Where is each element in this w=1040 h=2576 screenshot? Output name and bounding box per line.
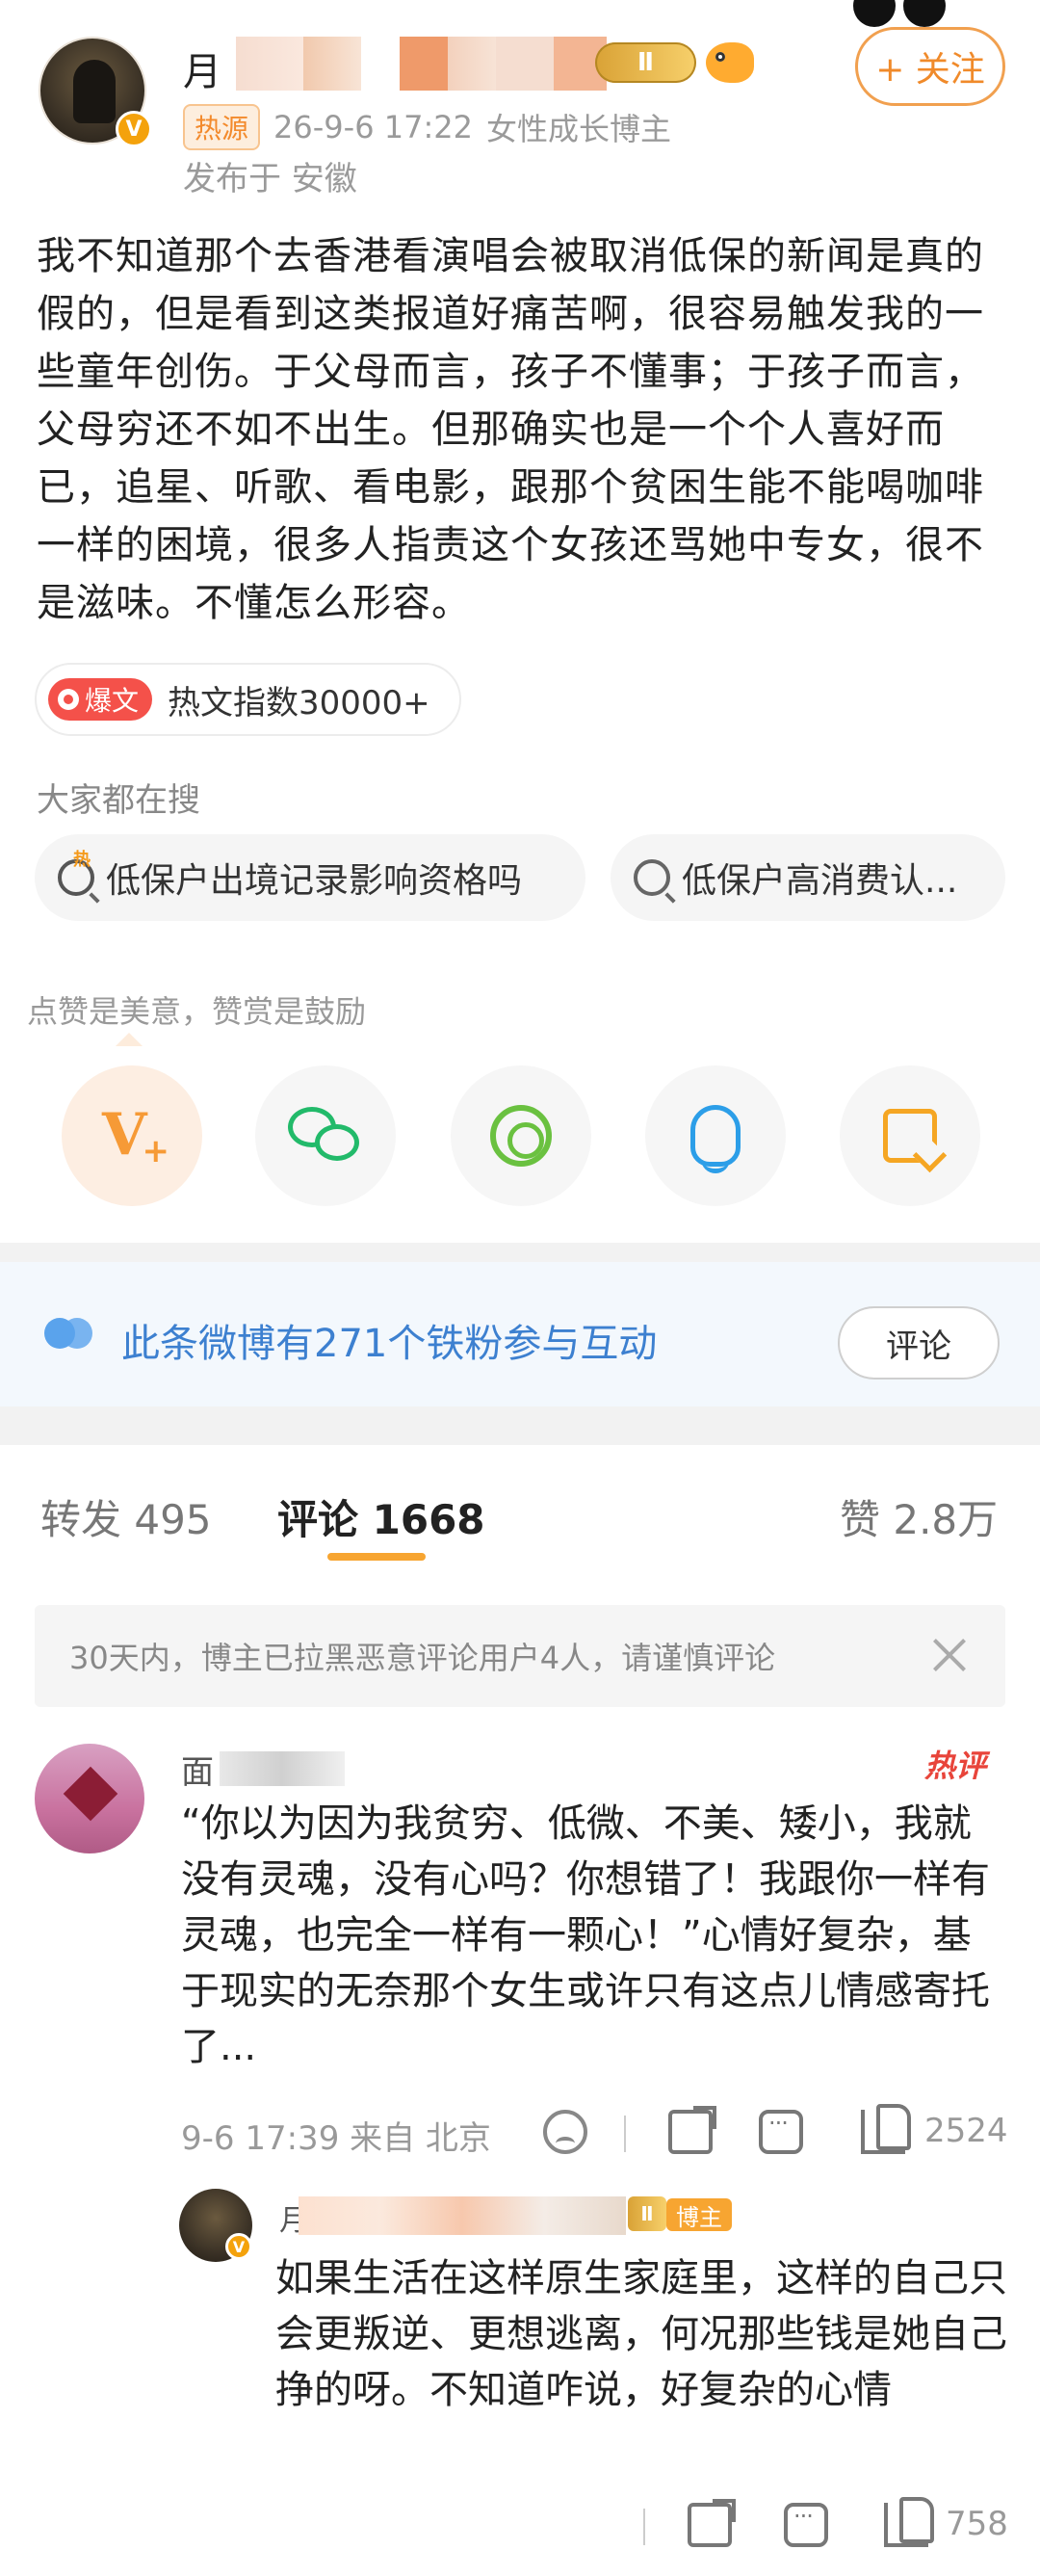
avatar-figure — [73, 60, 116, 123]
author-name-visible[interactable]: 月 — [183, 40, 221, 96]
comment-time: 9-6 17:39 来自 北京 — [181, 2119, 491, 2158]
search-suggestion-2[interactable]: 低保户高消费认... — [611, 834, 1005, 921]
reward-hint: 点赞是美意，赞赏是鼓励 — [27, 993, 367, 1030]
share-moments-button[interactable] — [451, 1065, 591, 1206]
weibo-post-page: V 月 Ⅱ + 关注 热源 26-9-6 17:22 女性成长博主 发布于 安徽… — [0, 0, 1040, 2576]
comment-text: “你以为因为我贫穷、低微、不美、矮小，我就没有灵魂，没有心吗？你想错了！我跟你一… — [181, 1801, 990, 2069]
search-suggestion-1[interactable]: 低保户出境记录影响资格吗 — [35, 834, 585, 921]
tab-repost[interactable]: 转发 495 — [40, 1487, 212, 1546]
name-blur — [236, 37, 303, 91]
hot-index-chip[interactable]: 爆文 热文指数30000+ — [35, 663, 461, 736]
share-wechat-button[interactable] — [255, 1065, 396, 1206]
hot-index-value: 热文指数30000+ — [168, 683, 430, 723]
save-image-icon — [883, 1109, 937, 1163]
verified-badge-icon: V — [116, 111, 152, 147]
moments-icon — [490, 1105, 552, 1167]
post-meta: 热源 26-9-6 17:22 女性成长博主 — [183, 104, 671, 150]
notice-text: 30天内，博主已拉黑恶意评论用户4人，请谨慎评论 — [69, 1640, 776, 1676]
divider — [624, 2116, 626, 2152]
search-suggestion-label: 低保户出境记录影响资格吗 — [106, 861, 523, 901]
fire-icon — [58, 689, 79, 710]
close-icon[interactable] — [928, 1634, 971, 1676]
reply-level-badge: Ⅱ — [628, 2196, 666, 2231]
post-content: 我不知道那个去香港看演唱会被取消低保的新闻是真的假的，但是看到这类报道好痛苦啊，… — [37, 234, 984, 625]
like-icon[interactable] — [884, 2497, 934, 2547]
hot-comment-label: 热评 — [924, 1748, 987, 1784]
wechat-icon — [288, 1107, 363, 1165]
baowen-badge: 爆文 — [48, 678, 153, 721]
baowen-label: 爆文 — [85, 685, 140, 717]
active-tab-indicator — [327, 1553, 426, 1561]
section-divider — [0, 1243, 1040, 1262]
name-blur — [448, 37, 496, 91]
comment-footer: 9-6 17:39 来自 北京 2524 — [181, 2104, 1009, 2160]
comment-icon[interactable] — [784, 2503, 828, 2547]
name-blur — [400, 37, 448, 91]
reward-v-plus-icon — [100, 1101, 169, 1170]
search-icon — [634, 859, 670, 896]
fans-icon — [44, 1318, 96, 1349]
commenter-name-blur — [220, 1751, 345, 1786]
author-name-blurred[interactable] — [183, 37, 607, 94]
share-actions — [0, 1065, 1040, 1208]
reply-text: 如果生活在这样原生家庭里，这样的自己只会更叛逆、更想逃离，何况那些钱是她自己挣的… — [275, 2256, 1007, 2412]
comment-icon[interactable] — [759, 2110, 803, 2154]
reward-button[interactable] — [62, 1065, 202, 1206]
post-time: 26-9-6 17:22 — [273, 109, 473, 145]
fans-dot — [62, 1318, 92, 1349]
save-image-button[interactable] — [840, 1065, 980, 1206]
qq-icon — [690, 1105, 741, 1173]
post-location: 发布于 安徽 — [183, 160, 357, 198]
fans-text: 此条微博有271个铁粉参与互动 — [121, 1322, 658, 1366]
share-icon[interactable] — [688, 2499, 736, 2547]
share-icon[interactable] — [668, 2106, 716, 2154]
fans-comment-button[interactable]: 评论 — [838, 1306, 1000, 1380]
section-divider — [0, 1406, 1040, 1445]
post-header: V 月 Ⅱ + 关注 热源 26-9-6 17:22 女性成长博主 发布于 安徽 — [0, 0, 1040, 198]
commenter-avatar[interactable] — [35, 1744, 144, 1853]
ear-left — [853, 0, 896, 27]
follow-button[interactable]: + 关注 — [855, 27, 1005, 106]
trending-search-title: 大家都在搜 — [37, 781, 200, 820]
like-count: 2524 — [924, 2112, 1008, 2150]
like-count: 758 — [946, 2505, 1008, 2543]
verified-badge-icon: V — [225, 2233, 252, 2260]
ear-right — [903, 0, 946, 27]
reply-footer: 758 — [578, 2497, 1011, 2553]
author-tag: 博主 — [666, 2198, 732, 2231]
tab-comment[interactable]: 评论 1668 — [277, 1487, 485, 1546]
fish-icon — [706, 42, 754, 83]
dislike-icon[interactable] — [543, 2110, 587, 2154]
name-blur — [303, 37, 361, 91]
author-title: 女性成长博主 — [485, 111, 671, 147]
reward-caret — [116, 1033, 143, 1046]
fans-interaction-bar: 此条微博有271个铁粉参与互动 评论 — [0, 1262, 1040, 1406]
search-suggestion-label: 低保户高消费认... — [682, 861, 958, 901]
tab-like[interactable]: 赞 2.8万 — [840, 1487, 998, 1546]
hot-source-tag: 热源 — [183, 104, 261, 150]
interaction-tabs: 转发 495 评论 1668 赞 2.8万 — [0, 1445, 1040, 1570]
share-qq-button[interactable] — [645, 1065, 786, 1206]
divider — [643, 2509, 645, 2545]
like-icon[interactable] — [861, 2104, 911, 2154]
reply-author-name-blur — [299, 2196, 626, 2235]
level-badge: Ⅱ — [595, 42, 696, 83]
blocklist-notice: 30天内，博主已拉黑恶意评论用户4人，请谨慎评论 — [35, 1605, 1005, 1707]
bubble-b — [315, 1124, 359, 1161]
name-blur — [496, 37, 554, 91]
name-blur — [361, 37, 400, 91]
commenter-name[interactable]: 面 — [181, 1746, 214, 1793]
search-hot-icon — [58, 846, 94, 896]
